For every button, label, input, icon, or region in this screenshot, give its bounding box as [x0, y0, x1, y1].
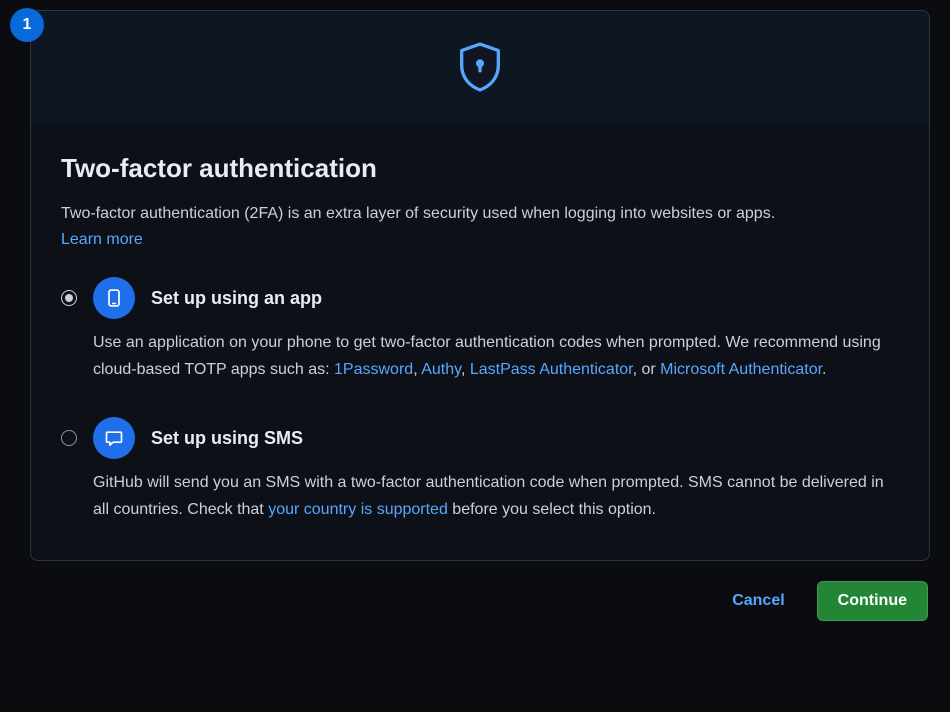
- option-app-label[interactable]: Set up using an app: [151, 277, 322, 319]
- setup-card: Two-factor authentication Two-factor aut…: [30, 10, 930, 561]
- link-lastpass[interactable]: LastPass Authenticator: [470, 361, 633, 378]
- option-sms-label[interactable]: Set up using SMS: [151, 417, 303, 459]
- link-ms-auth[interactable]: Microsoft Authenticator: [660, 361, 822, 378]
- card-body: Two-factor authentication Two-factor aut…: [31, 123, 929, 560]
- learn-more-link[interactable]: Learn more: [61, 231, 143, 249]
- intro-text: Two-factor authentication (2FA) is an ex…: [61, 202, 899, 227]
- continue-button[interactable]: Continue: [817, 581, 928, 621]
- link-1password[interactable]: 1Password: [334, 361, 413, 378]
- option-app-description: Use an application on your phone to get …: [93, 329, 899, 383]
- link-country-supported[interactable]: your country is supported: [268, 501, 448, 518]
- sms-icon[interactable]: [93, 417, 135, 459]
- page-title: Two-factor authentication: [61, 153, 899, 184]
- link-authy[interactable]: Authy: [421, 361, 461, 378]
- radio-app[interactable]: [61, 290, 77, 306]
- option-sms-description: GitHub will send you an SMS with a two-f…: [93, 469, 899, 523]
- step-badge: 1: [10, 8, 44, 42]
- shield-lock-icon: [458, 41, 502, 93]
- option-sms-row[interactable]: Set up using SMS: [61, 417, 899, 459]
- radio-sms[interactable]: [61, 430, 77, 446]
- card-header: [31, 11, 929, 123]
- cancel-button[interactable]: Cancel: [718, 582, 798, 620]
- option-app-row[interactable]: Set up using an app: [61, 277, 899, 319]
- footer-actions: Cancel Continue: [30, 581, 930, 621]
- phone-icon[interactable]: [93, 277, 135, 319]
- step-number: 1: [23, 16, 32, 34]
